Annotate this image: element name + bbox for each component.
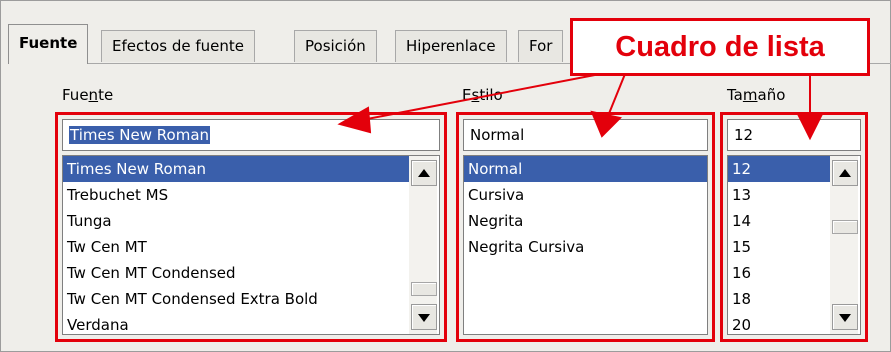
arrow-line-style: [607, 73, 626, 117]
arrow-head-font: [337, 106, 372, 134]
arrow-line-font: [361, 73, 601, 121]
annotation-callout: Cuadro de lista: [570, 18, 870, 76]
arrow-head-size: [797, 115, 823, 141]
arrow-head-style: [590, 110, 623, 138]
